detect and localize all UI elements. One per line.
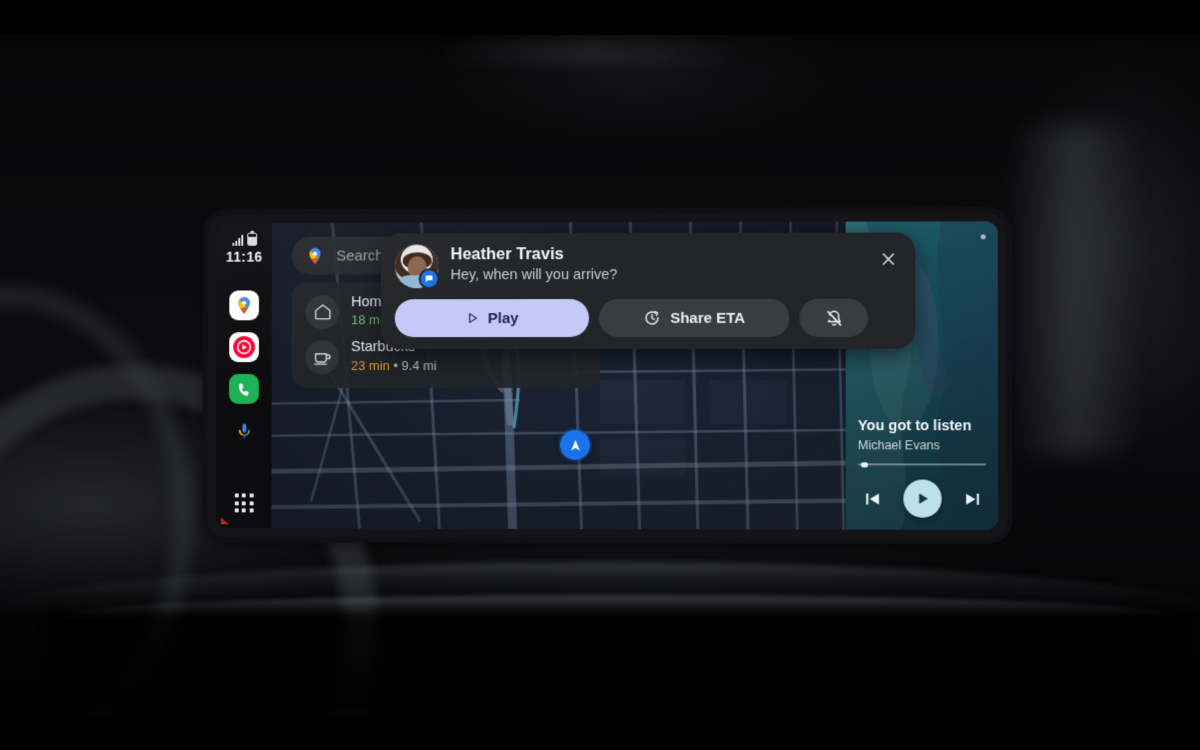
app-grid-button[interactable]: [234, 493, 254, 513]
app-rail: [229, 290, 260, 446]
status-icons: [231, 232, 257, 246]
sidebar-item-assistant[interactable]: [229, 416, 259, 446]
eta-clock-icon: [645, 310, 659, 325]
phone-icon: [238, 382, 249, 396]
suggestion-distance: 9.4 mi: [401, 357, 437, 373]
play-message-button[interactable]: Play: [394, 299, 590, 338]
message-notification-card[interactable]: Heather Travis Hey, when will you arrive…: [380, 232, 916, 350]
notification-actions: Play Share ETA: [394, 298, 901, 338]
suggestion-subtitle: 23 min • 9.4 mi: [351, 358, 437, 375]
skip-previous-icon: [865, 492, 879, 505]
suggestion-eta: 23 min: [351, 357, 390, 373]
dashboard-vent: [430, 40, 750, 66]
dashboard-pillar-highlight: [1010, 125, 1140, 455]
home-icon: [313, 302, 332, 321]
track-artist: Michael Evans: [857, 438, 940, 453]
close-icon: [879, 250, 896, 267]
suggestion-separator: •: [393, 357, 398, 373]
coffee-icon-wrap: [305, 340, 340, 374]
bell-off-icon: [824, 308, 843, 327]
navigation-chevron-icon: [570, 439, 580, 451]
media-info: You got to listen Michael Evans: [846, 418, 999, 518]
sidebar-item-google-maps[interactable]: [229, 290, 260, 321]
mute-notification-button[interactable]: [799, 298, 868, 337]
status-clock: 11:16: [225, 248, 263, 265]
letterbox-top: [0, 0, 1200, 35]
android-auto-screen: Search Home 18 min Starbucks 23 min • 9.…: [215, 221, 999, 530]
skip-next-icon: [965, 493, 979, 505]
camera-sensor-dot: [980, 234, 986, 240]
next-track-button[interactable]: [960, 487, 984, 511]
sidebar-item-youtube-music[interactable]: [229, 332, 259, 363]
screenshot-scene: Search Home 18 min Starbucks 23 min • 9.…: [0, 0, 1200, 750]
notification-sender: Heather Travis: [450, 245, 564, 264]
battery-icon: [246, 232, 257, 246]
assistant-mic-icon: [234, 423, 253, 440]
messages-icon: [418, 268, 440, 290]
sidebar-item-phone[interactable]: [229, 374, 259, 404]
play-pause-button[interactable]: [902, 479, 942, 518]
play-icon: [918, 493, 928, 505]
letterbox-bottom: [0, 715, 1200, 750]
close-notification-button[interactable]: [875, 246, 901, 272]
play-label: Play: [487, 309, 519, 327]
notification-message: Hey, when will you arrive?: [450, 267, 618, 284]
home-icon-wrap: [305, 294, 340, 329]
youtube-music-icon: [233, 336, 255, 359]
car-display-unit: Search Home 18 min Starbucks 23 min • 9.…: [207, 212, 1008, 540]
notification-text: Heather Travis Hey, when will you arrive…: [450, 244, 862, 285]
share-eta-label: Share ETA: [670, 309, 746, 327]
dashboard-shadow: [40, 610, 1200, 720]
avatar: [394, 244, 440, 290]
media-controls: [858, 479, 986, 518]
corner-accent: [221, 517, 229, 524]
google-maps-pin-icon: [309, 247, 321, 264]
coffee-cup-icon: [312, 347, 332, 367]
chat-bubble-icon: [425, 275, 433, 283]
previous-track-button[interactable]: [860, 486, 884, 510]
search-placeholder: Search: [336, 247, 384, 265]
sidebar: 11:16: [215, 222, 272, 529]
share-eta-button[interactable]: Share ETA: [599, 298, 790, 338]
google-maps-icon: [238, 297, 250, 314]
current-location-marker: [560, 429, 590, 461]
status-bar: 11:16: [217, 232, 272, 265]
notification-header: Heather Travis Hey, when will you arrive…: [394, 244, 901, 290]
progress-knob[interactable]: [860, 461, 868, 467]
signal-bars-icon: [231, 234, 243, 246]
play-icon: [465, 311, 479, 325]
track-title: You got to listen: [857, 418, 972, 435]
progress-bar[interactable]: [857, 461, 987, 467]
